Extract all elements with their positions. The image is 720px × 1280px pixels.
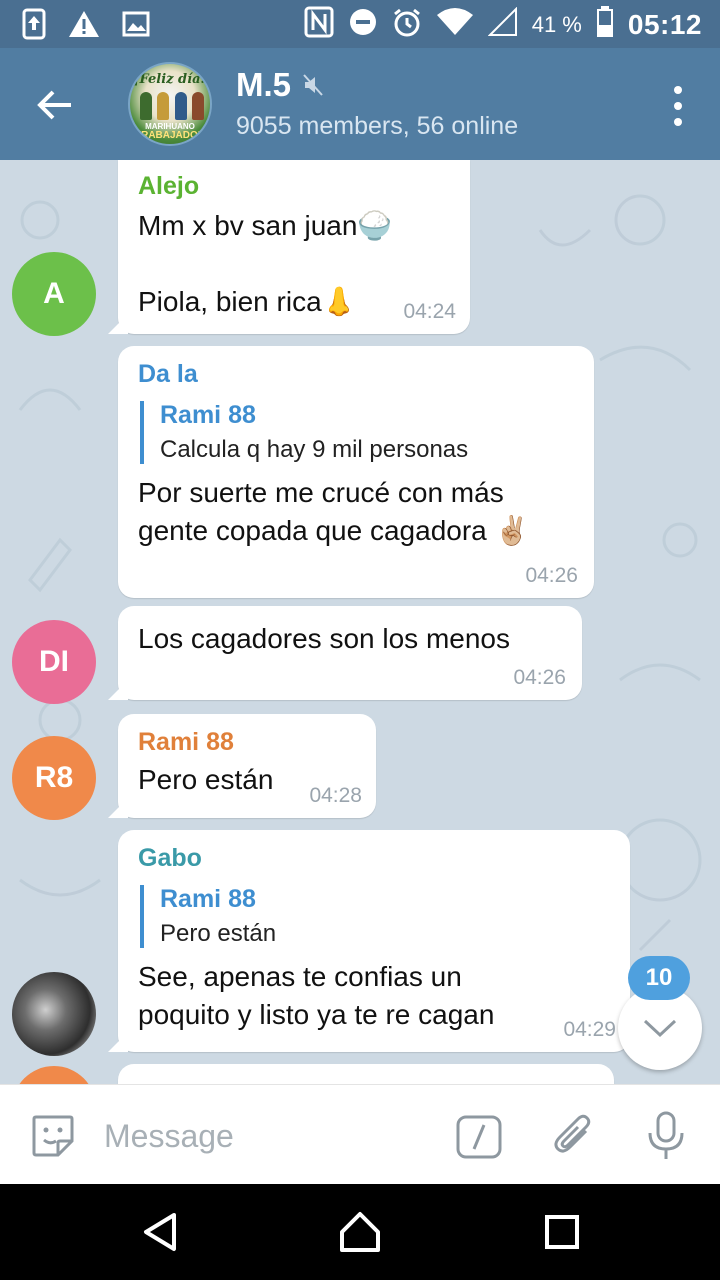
dot-icon xyxy=(674,102,682,110)
quote-text: Calcula q hay 9 mil personas xyxy=(160,436,469,463)
chat-title: M.5 xyxy=(236,66,292,103)
nfc-icon xyxy=(304,6,334,43)
alarm-icon xyxy=(392,7,422,42)
message-bubble[interactable]: Da la Rami 88 Calcula q hay 9 mil person… xyxy=(118,346,594,598)
message-text: Los cagadores son los menos xyxy=(138,623,510,654)
message-time: 04:24 xyxy=(403,300,456,323)
status-bar-notifications xyxy=(22,8,150,45)
message-time: 04:26 xyxy=(513,666,566,689)
arrow-left-icon xyxy=(37,90,71,120)
message-input[interactable] xyxy=(104,1113,424,1159)
message-time: 04:26 xyxy=(525,564,578,587)
dot-icon xyxy=(674,118,682,126)
wifi-icon xyxy=(436,7,474,42)
square-recents-icon xyxy=(545,1215,579,1249)
message-text-line: Mm x bv san juan🍚 xyxy=(138,210,393,241)
message-text-line: poquito y listo ya te re cagan xyxy=(138,999,495,1030)
android-navigation-bar xyxy=(0,1184,720,1280)
status-bar-system: 41 % 05:12 xyxy=(304,6,702,43)
message-text-line: Por suerte me crucé con más xyxy=(138,477,504,508)
microphone-icon xyxy=(648,1111,684,1159)
chevron-down-icon xyxy=(643,1019,677,1038)
message-text-line: See, apenas te confias un xyxy=(138,961,462,992)
sticker-button[interactable] xyxy=(30,1113,76,1164)
message-bubble-partial[interactable] xyxy=(118,1064,614,1084)
back-button[interactable] xyxy=(28,78,82,132)
nav-home-button[interactable] xyxy=(336,1208,384,1256)
user-avatar[interactable]: DI xyxy=(12,620,96,704)
battery-icon xyxy=(596,6,614,43)
message-time: 04:29 xyxy=(563,1018,616,1041)
quote-sender: Rami 88 xyxy=(160,401,256,429)
message-composer xyxy=(0,1084,720,1184)
muted-icon xyxy=(303,74,323,96)
battery-percent: 41 % xyxy=(531,11,582,37)
message-time: 04:28 xyxy=(309,784,362,807)
user-avatar[interactable]: A xyxy=(12,252,96,336)
sender-name[interactable]: Da la xyxy=(138,360,574,389)
user-avatar[interactable]: R8 xyxy=(12,736,96,820)
quote-text: Pero están xyxy=(160,920,277,947)
group-avatar[interactable]: ¡Feliz día! MARIHUANO TRABAJADOR xyxy=(128,62,212,146)
sender-name[interactable]: Alejo xyxy=(138,172,450,201)
avatar-banner-text-2: TRABAJADOR xyxy=(135,130,205,141)
nav-back-button[interactable] xyxy=(136,1208,184,1256)
signal-icon xyxy=(487,6,518,42)
quote-sender: Rami 88 xyxy=(160,885,256,913)
message-text-line: gente copada que cagadora ✌🏼 xyxy=(138,515,530,546)
slash-command-icon xyxy=(456,1115,502,1159)
message-bubble[interactable]: Gabo Rami 88 Pero están See, apenas te c… xyxy=(108,830,630,1052)
status-bar: 41 % 05:12 xyxy=(0,0,720,48)
avatar-greeting-text: ¡Feliz día! xyxy=(133,72,207,87)
triangle-back-icon xyxy=(144,1213,176,1251)
nav-recents-button[interactable] xyxy=(538,1208,586,1256)
do-not-disturb-icon xyxy=(348,7,378,42)
sticker-icon xyxy=(32,1115,74,1157)
bot-commands-button[interactable] xyxy=(456,1115,502,1164)
unread-count-badge[interactable]: 10 xyxy=(628,956,690,1000)
paperclip-icon xyxy=(554,1114,591,1153)
status-bar-time: 05:12 xyxy=(627,8,702,40)
message-bubble[interactable]: Los cagadores son los menos 04:26 xyxy=(108,606,582,700)
more-menu-button[interactable] xyxy=(666,86,690,126)
sender-name[interactable]: Gabo xyxy=(138,844,610,873)
home-icon xyxy=(340,1212,380,1252)
chat-subtitle: 9055 members, 56 online xyxy=(236,112,519,140)
reply-quote[interactable]: Rami 88 Pero están xyxy=(140,885,610,948)
voice-message-button[interactable] xyxy=(646,1111,686,1166)
upload-notification-icon xyxy=(22,8,46,45)
dot-icon xyxy=(674,86,682,94)
chat-title-row[interactable]: M.5 xyxy=(236,66,323,104)
sender-name[interactable]: Rami 88 xyxy=(138,728,356,757)
reply-quote[interactable]: Rami 88 Calcula q hay 9 mil personas xyxy=(140,401,574,464)
image-icon xyxy=(122,11,150,42)
message-bubble[interactable]: Rami 88 Pero están 04:28 xyxy=(108,714,376,818)
chat-header: ¡Feliz día! MARIHUANO TRABAJADOR M.5 905… xyxy=(0,48,720,160)
avatar-illustration xyxy=(140,92,204,120)
chat-messages[interactable]: Alejo Mm x bv san juan🍚 Piola, bien rica… xyxy=(0,160,720,1084)
user-photo-avatar[interactable] xyxy=(12,972,96,1056)
warning-icon xyxy=(68,9,100,44)
message-bubble[interactable]: Alejo Mm x bv san juan🍚 Piola, bien rica… xyxy=(108,160,470,334)
attach-button[interactable] xyxy=(552,1113,596,1164)
